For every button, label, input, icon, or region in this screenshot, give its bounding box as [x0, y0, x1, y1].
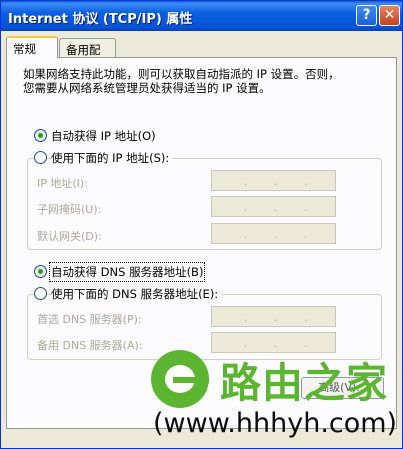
tab-general[interactable]: 常规: [6, 36, 58, 58]
description-line-1: 如果网络支持此功能，则可以获取自动指派的 IP 设置。否则，: [23, 67, 340, 81]
manual-ip-radio[interactable]: [34, 151, 47, 164]
help-button[interactable]: ?: [356, 5, 377, 26]
manual-ip-label[interactable]: 使用下面的 IP 地址(S):: [51, 150, 173, 166]
auto-dns-radio[interactable]: [34, 265, 47, 278]
tab-alternate-config[interactable]: 备用配置: [59, 38, 116, 73]
alternate-dns-label: 备用 DNS 服务器(A):: [37, 339, 143, 352]
auto-ip-label[interactable]: 自动获得 IP 地址(O): [51, 128, 156, 144]
title-bar[interactable]: Internet 协议 (TCP/IP) 属性 ? ✕: [1, 1, 402, 31]
tcpip-properties-dialog: Internet 协议 (TCP/IP) 属性 ? ✕ 常规 备用配置 如果网络…: [0, 0, 403, 449]
subnet-mask-field[interactable]: ...: [211, 196, 336, 217]
ip-address-label: IP 地址(I):: [37, 177, 88, 190]
auto-dns-label[interactable]: 自动获得 DNS 服务器地址(B): [48, 262, 206, 282]
ip-address-field[interactable]: ...: [211, 170, 336, 191]
manual-dns-label[interactable]: 使用下面的 DNS 服务器地址(E):: [51, 286, 222, 302]
auto-ip-radio[interactable]: [34, 129, 47, 142]
close-button[interactable]: ✕: [379, 5, 400, 26]
preferred-dns-label: 首选 DNS 服务器(P):: [37, 313, 142, 326]
alternate-dns-field[interactable]: ...: [211, 332, 336, 353]
subnet-mask-label: 子网掩码(U):: [37, 203, 102, 216]
window-title: Internet 协议 (TCP/IP) 属性: [8, 12, 193, 27]
description-line-2: 您需要从网络系统管理员处获得适当的 IP 设置。: [23, 81, 271, 95]
advanced-button[interactable]: 高级(V)...: [301, 377, 384, 399]
description-text: 如果网络支持此功能，则可以获取自动指派的 IP 设置。否则， 您需要从网络系统管…: [23, 67, 383, 95]
default-gateway-field[interactable]: ...: [211, 223, 336, 244]
preferred-dns-field[interactable]: ...: [211, 306, 336, 327]
manual-dns-radio[interactable]: [34, 287, 47, 300]
default-gateway-label: 默认网关(D):: [37, 230, 102, 243]
